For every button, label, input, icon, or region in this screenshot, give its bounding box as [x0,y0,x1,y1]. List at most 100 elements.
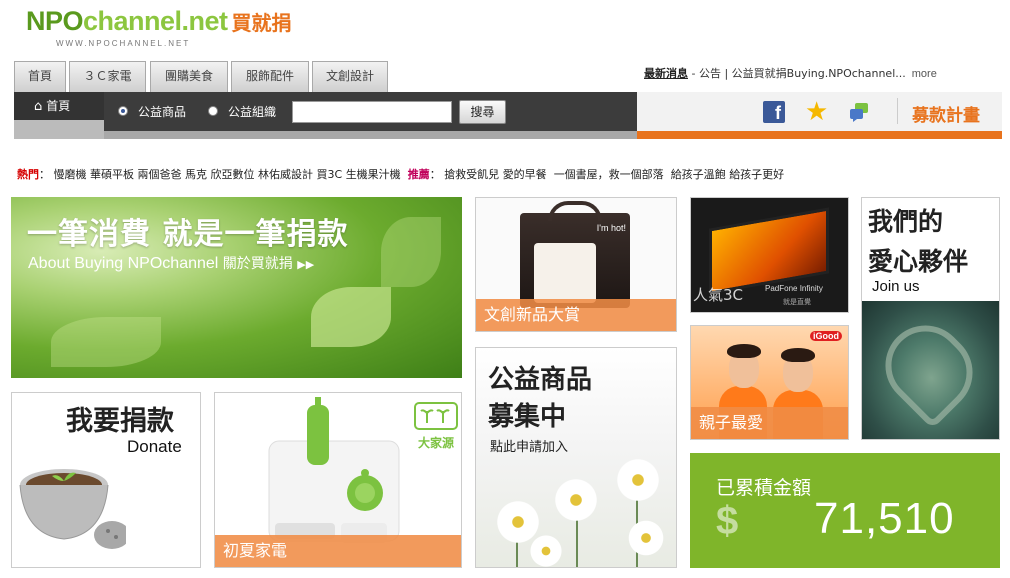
tab-3c[interactable]: ３Ｃ家電 [69,61,146,92]
facebook-icon[interactable]: f [763,101,785,123]
search-input[interactable] [292,101,452,123]
logo-brand-part1: NPO [26,6,84,36]
hot-link[interactable]: 華碩平板 [90,168,134,181]
donate-title: 我要捐款 [66,406,174,437]
tab-home[interactable]: 首頁 [14,61,66,92]
padfone-slogan: 就是直覺 [783,298,811,306]
padfone-brand: PadFone Infinity [765,284,823,293]
nav-home-button[interactable]: ⌂ 首頁 [14,92,104,120]
tab-fashion[interactable]: 服飾配件 [231,61,309,92]
parent-child-tile[interactable]: iGood 親子最愛 [690,325,849,440]
logo-url: WWW.NPOCHANNEL.NET [56,39,191,48]
summer-appliance-caption: 初夏家電 [215,535,461,567]
charity-products-tile[interactable]: 公益商品 募集中 點此申請加入 [475,347,677,568]
social-divider [897,98,898,124]
hot-label: 熱門 [17,168,39,181]
donate-tile[interactable]: 我要捐款 Donate [11,392,201,568]
leaf-decoration [381,217,441,287]
partners-tile[interactable]: 我們的 愛心夥伴 Join us [861,197,1000,440]
recommend-link[interactable]: 給孩子溫飽 [671,168,726,181]
partners-join-text: Join us [872,278,920,295]
banner-subtitle-en: About Buying NPOchannel [28,255,219,272]
hot-link[interactable]: 買3C [317,168,343,181]
charity-title-line1: 公益商品 [488,365,593,395]
partners-title-line2: 愛心夥伴 [868,247,969,276]
play-arrows-icon: ▶▶ [297,259,315,271]
leaf-decoration [51,317,161,367]
partners-title: 我們的 愛心夥伴 [868,202,968,282]
banner-subtitle-cn: 關於買就捐 [222,255,293,271]
logo-brand-cn: 買就捐 [231,11,292,35]
site-logo[interactable]: NPOchannel.net 買就捐 WWW.NPOCHANNEL.NET [26,6,292,48]
creative-products-tile[interactable]: I'm hot! 文創新品大賞 [475,197,677,332]
donate-title-en: Donate [127,437,182,456]
radio-organizations-label[interactable]: 公益組織 [228,103,276,120]
seedling-pot-image [19,469,126,549]
tab-creative[interactable]: 文創設計 [312,61,388,92]
about-banner-tile[interactable]: 一筆消費 就是一筆捐款 About Buying NPOchannel 關於買就… [11,197,462,378]
news-more-link[interactable]: more [912,68,937,80]
recommend-sep: ： [429,168,441,181]
daisy-flower [614,456,662,504]
hot-link[interactable]: 林佑威設計 [258,168,313,181]
star-icon[interactable]: ★ [805,97,828,127]
social-bar-accent [637,131,1002,139]
hot-link[interactable]: 兩個爸爸 [138,168,182,181]
recommend-link[interactable]: 搶救受飢兒 [444,168,499,181]
banner-title: 一筆消費 就是一筆捐款 [27,217,349,252]
total-donation-label: 已累積金額 [716,477,812,499]
tablet-image [709,207,829,295]
radio-products-label[interactable]: 公益商品 [138,103,186,120]
charity-apply-text: 點此申請加入 [490,440,569,455]
hot-link[interactable]: 生機果汁機 [346,168,401,181]
fundraising-plan-link[interactable]: 募款計畫 [912,101,980,126]
hot-link[interactable]: 欣亞數位 [211,168,255,181]
recommend-link[interactable]: 給孩子更好 [729,168,784,181]
recommend-link[interactable]: 一個書屋，救一個部落 [554,168,664,181]
news-title-link[interactable]: 最新消息 [644,67,688,80]
radio-organizations[interactable] [208,106,218,116]
cartoon-cup-image [534,243,596,303]
home-icon: ⌂ [34,99,43,114]
hot-keywords: 熱門： 慢磨機 華碩平板 兩個爸爸 馬克 欣亞數位 林佑威設計 買3C 生機果汁… [17,166,784,182]
recommend-label: 推薦 [407,168,430,181]
tab-food[interactable]: 團購美食 [150,61,228,92]
logo-brand: NPOchannel.net [26,6,228,36]
dajiayuan-brand-logo: 大家源 [413,401,459,455]
dollar-icon: $ [716,499,739,543]
gift-bag-image: I'm hot! [520,201,630,308]
heart-stone-photo [862,301,999,439]
daisy-flower [552,476,600,524]
popular-3c-caption: 人氣3C [693,286,744,304]
heart-shape [868,308,990,430]
gift-bag-handle [548,201,602,221]
daisy-flower [626,518,666,558]
share-icon[interactable] [848,102,870,122]
charity-title-line2: 募集中 [488,402,567,432]
creative-caption: 文創新品大賞 [476,299,676,331]
leaf-decoration [311,287,391,347]
popular-3c-tile[interactable]: 人氣3C PadFone Infinity 就是直覺 [690,197,849,313]
person-left-hair [727,344,761,358]
person-right-hair [781,348,815,362]
news-dash: - [688,67,699,80]
total-donation-tile: 已累積金額 $ 71,510 [690,453,1000,568]
hot-sep: ： [39,168,50,181]
nav-home-label: 首頁 [46,99,71,113]
summer-appliance-tile[interactable]: 大家源 初夏家電 [214,392,462,568]
banner-subtitle: About Buying NPOchannel 關於買就捐 ▶▶ [28,253,314,273]
dajiayuan-brand-name: 大家源 [417,436,454,450]
sprout-icon [414,402,458,430]
search-button[interactable]: 搜尋 [459,100,506,124]
total-donation-amount: 71,510 [814,494,955,543]
radio-products[interactable] [118,106,128,116]
igood-logo: iGood [810,331,842,341]
nav-home-underline [14,120,104,139]
hot-link[interactable]: 馬克 [185,168,207,181]
search-strip-bottom [104,131,637,139]
partners-title-line1: 我們的 [868,207,944,236]
daisy-flower [528,533,564,567]
news-text-link[interactable]: 公告 | 公益買就捐Buying.NPOchannel... [699,67,906,80]
hot-link[interactable]: 慢磨機 [54,168,87,181]
recommend-link[interactable]: 愛的早餐 [503,168,547,181]
